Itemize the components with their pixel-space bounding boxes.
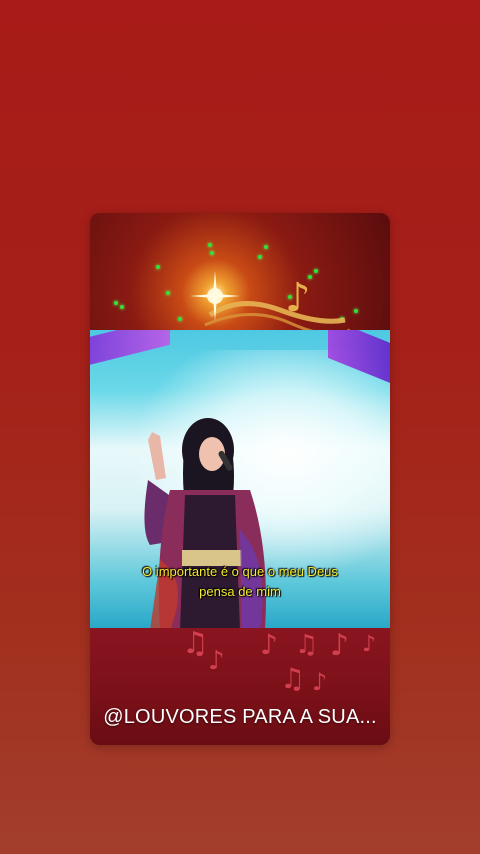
green-sparkle xyxy=(210,251,214,255)
green-sparkle xyxy=(354,309,358,313)
green-sparkle xyxy=(264,245,268,249)
music-note-icon: ♫ xyxy=(182,628,209,661)
channel-handle[interactable]: @LOUVORES PARA A SUA... xyxy=(90,706,390,729)
green-sparkle xyxy=(166,291,170,295)
green-sparkle xyxy=(258,255,262,259)
music-note-icon: ♪ xyxy=(312,668,328,696)
green-sparkle xyxy=(156,265,160,269)
story-card[interactable]: ♪ O importante é o que o meu Deus pensa … xyxy=(90,213,390,745)
green-sparkle xyxy=(114,301,118,305)
music-note-icon: ♪ xyxy=(362,632,377,657)
music-note-icon: ♫ xyxy=(280,662,306,695)
music-note-icon: ♫ xyxy=(295,630,319,660)
bottom-panel: ♫ ♪ ♪ ♫ ♪ ♫ ♪ ♪ @LOUVORES PARA A SUA... xyxy=(90,628,390,745)
music-note-icon: ♪ xyxy=(260,628,278,661)
subtitle-line-2: pensa de mim xyxy=(199,584,281,599)
gold-music-note-icon: ♪ xyxy=(285,275,311,321)
green-sparkle xyxy=(178,317,182,321)
music-note-icon: ♪ xyxy=(330,628,350,663)
music-note-icon: ♪ xyxy=(208,646,225,676)
top-banner: ♪ xyxy=(90,213,390,331)
sparkle-flare-icon xyxy=(190,271,240,321)
green-sparkle xyxy=(208,243,212,247)
green-sparkle xyxy=(120,305,124,309)
video-frame[interactable]: O importante é o que o meu Deus pensa de… xyxy=(90,330,390,628)
subtitle-line-1: O importante é o que o meu Deus xyxy=(142,564,338,579)
lyrics-subtitle: O importante é o que o meu Deus pensa de… xyxy=(90,562,390,602)
green-sparkle xyxy=(314,269,318,273)
